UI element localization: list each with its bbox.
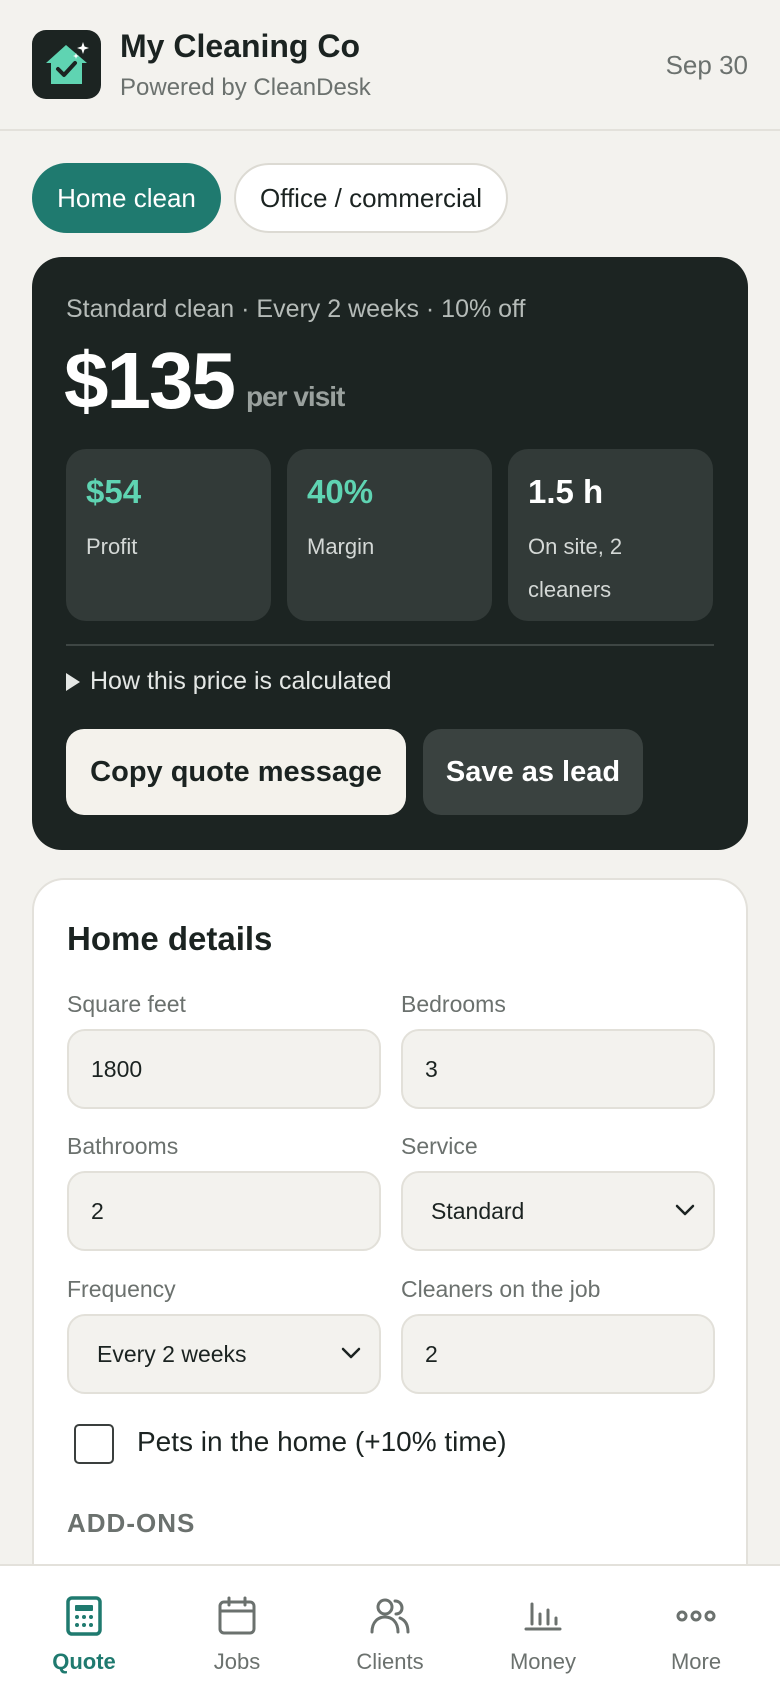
stat-time-on-site: 1.5 h On site, 2 cleaners	[508, 449, 713, 621]
tab-home-clean[interactable]: Home clean	[32, 163, 221, 233]
frequency-select[interactable]: Every 2 weeks	[67, 1314, 381, 1394]
nav-clients[interactable]: Clients	[312, 1566, 468, 1688]
pets-checkbox[interactable]	[74, 1424, 114, 1464]
app-header: My Cleaning Co Powered by CleanDesk Sep …	[0, 0, 780, 131]
addons-heading: ADD-ONS	[67, 1508, 196, 1538]
calendar-icon	[218, 1596, 256, 1635]
bathrooms-label: Bathrooms	[67, 1133, 179, 1159]
stat-margin-value: 40%	[307, 473, 374, 510]
service-label: Service	[401, 1133, 478, 1159]
nav-quote-label: Quote	[52, 1649, 116, 1674]
bedrooms-input[interactable]: 3	[401, 1029, 715, 1109]
nav-money[interactable]: Money	[465, 1566, 621, 1688]
nav-jobs-label: Jobs	[213, 1649, 261, 1674]
bottom-navigation: Quote Jobs Clients Money More	[0, 1564, 780, 1688]
brand-name: My Cleaning Co	[120, 28, 361, 64]
copy-quote-button[interactable]: Copy quote message	[66, 729, 406, 815]
bathrooms-input[interactable]: 2	[67, 1171, 381, 1251]
tab-office-commercial[interactable]: Office / commercial	[234, 163, 508, 233]
brand-subtitle: Powered by CleanDesk	[120, 74, 371, 101]
nav-more[interactable]: More	[618, 1566, 774, 1688]
nav-more-label: More	[670, 1649, 722, 1674]
nav-clients-label: Clients	[356, 1649, 424, 1674]
frequency-selected-value: Every 2 weeks	[97, 1340, 247, 1367]
nav-quote[interactable]: Quote	[6, 1566, 162, 1688]
quote-summary-card: Standard clean · Every 2 weeks · 10% off…	[32, 257, 748, 850]
pets-checkbox-label[interactable]: Pets in the home (+10% time)	[137, 1426, 507, 1458]
save-lead-button[interactable]: Save as lead	[423, 729, 643, 815]
triangle-right-icon	[66, 672, 80, 691]
price-calculation-label: How this price is calculated	[90, 667, 392, 695]
service-selected-value: Standard	[431, 1197, 525, 1224]
quote-document-icon	[66, 1596, 102, 1636]
divider	[66, 644, 714, 646]
cleaners-input[interactable]: 2	[401, 1314, 715, 1394]
nav-money-label: Money	[509, 1649, 577, 1674]
frequency-label: Frequency	[67, 1276, 176, 1302]
service-select[interactable]: Standard	[401, 1171, 715, 1251]
quote-description: Standard clean · Every 2 weeks · 10% off	[66, 295, 526, 323]
per-visit-label: per visit	[246, 381, 345, 412]
bar-chart-icon	[524, 1602, 562, 1631]
stat-profit-label: Profit	[86, 534, 138, 559]
quote-price: $135	[64, 336, 236, 425]
square-feet-label: Square feet	[67, 991, 186, 1017]
users-icon	[370, 1598, 410, 1634]
stat-margin-label: Margin	[307, 534, 375, 559]
stat-profit: $54 Profit	[66, 449, 271, 621]
more-dots-icon	[676, 1610, 716, 1622]
stat-time-label: On site, 2 cleaners	[528, 534, 623, 602]
section-title: Home details	[67, 920, 273, 957]
stat-time-value: 1.5 h	[528, 473, 604, 510]
stat-margin: 40% Margin	[287, 449, 492, 621]
current-date: Sep 30	[665, 50, 748, 80]
nav-jobs[interactable]: Jobs	[159, 1566, 315, 1688]
chevron-down-icon	[341, 1347, 361, 1359]
bedrooms-label: Bedrooms	[401, 991, 506, 1017]
square-feet-input[interactable]: 1800	[67, 1029, 381, 1109]
chevron-down-icon	[675, 1204, 695, 1216]
stat-profit-value: $54	[86, 473, 142, 510]
house-check-icon	[32, 30, 101, 99]
price-calculation-toggle[interactable]: How this price is calculated	[66, 667, 392, 696]
home-details-card: Home details Square feet 1800 Bedrooms 3…	[32, 878, 748, 1578]
cleaners-label: Cleaners on the job	[401, 1276, 601, 1302]
